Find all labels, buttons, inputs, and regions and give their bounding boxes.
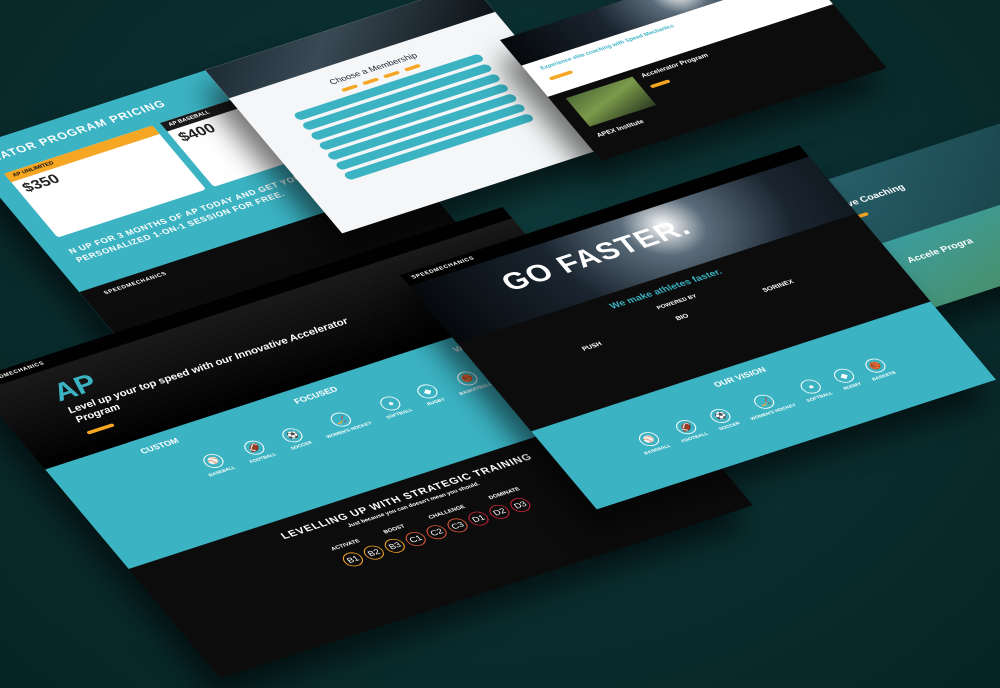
vision-sport-baseball: ⚾ BASEBALL	[630, 429, 672, 456]
feature-focused: FOCUSED	[291, 384, 340, 406]
membership-filter-1[interactable]	[340, 84, 359, 92]
sport-football: 🏈 FOOTBALL	[236, 437, 278, 465]
experience-cta-button[interactable]	[548, 70, 574, 81]
sport-womens-hockey: 🏒 WOMEN'S HOCKEY	[313, 406, 374, 440]
membership-filter-2[interactable]	[361, 77, 380, 86]
vision-sport-football: 🏈 FOOTBALL	[668, 416, 710, 444]
mockup-stage: RATOR PROGRAM PRICING AP UNLIMITED $350 …	[0, 0, 1000, 688]
vision-sport-soccer: ⚽ SOCCER	[705, 406, 742, 432]
accelerator-learn-button[interactable]	[649, 79, 671, 89]
sport-rugby: ◆ RUGBY	[413, 382, 447, 407]
partner-bio: BIO	[674, 313, 691, 322]
partner-push: PUSH	[581, 341, 604, 353]
level-boost: BOOST	[382, 524, 407, 536]
sport-soccer: ⚽ SOCCER	[277, 425, 314, 451]
vision-sport-softball: ● SOFTBALL	[793, 376, 834, 403]
level-d3: D3	[506, 495, 535, 515]
sport-softball: ● SOFTBALL	[373, 393, 414, 420]
partner-sorinex: SORINEX	[761, 278, 796, 294]
membership-filter-3[interactable]	[382, 70, 401, 79]
accelerator-signup-button[interactable]	[86, 423, 116, 435]
feature-custom: CUSTOM	[138, 436, 181, 456]
membership-filter-4[interactable]	[403, 63, 422, 72]
vision-sport-rugby: ◆ RUGBY	[829, 366, 863, 391]
sport-baseball: ⚾ BASEBALL	[195, 450, 237, 478]
vision-sport-basketball: 🏀 BASKETB	[858, 356, 897, 382]
vision-sport-hockey: 🏒 WOMEN'S HOCKEY	[737, 388, 798, 422]
